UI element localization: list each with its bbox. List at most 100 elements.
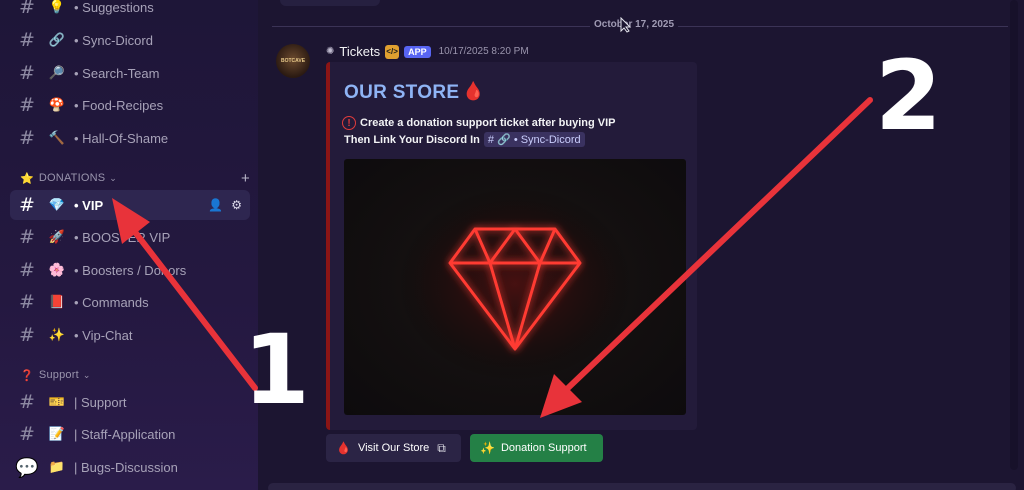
text-channel-icon: # [19, 226, 35, 248]
avatar[interactable]: BOTCAVE [276, 44, 310, 78]
annotation-label-1: 1 [243, 314, 310, 426]
channel-label: • Hall-Of-Shame [74, 130, 169, 146]
developer-badge-icon: </> [385, 44, 400, 59]
sparkles-icon: ✨ [480, 441, 495, 455]
forum-channel-icon: 💬 [15, 456, 39, 479]
link-icon: 🔗 [48, 32, 66, 47]
mushroom-icon: 🍄 [48, 97, 66, 112]
message-timestamp: 10/17/2025 8:20 PM [438, 46, 529, 57]
embed-image-diamond[interactable] [344, 159, 686, 415]
embed-description-line-2: Then Link Your Discord In # 🔗 • Sync-Dic… [344, 132, 585, 147]
visit-store-button[interactable]: 🩸 Visit Our Store ⧉ [326, 434, 461, 462]
magnifier-icon: 🔎 [48, 65, 66, 80]
star-icon: ⭐ [20, 172, 34, 185]
text-channel-icon: # [19, 291, 35, 313]
channel-label: | Support [74, 394, 127, 410]
text-channel-icon: # [19, 391, 35, 413]
text-channel-icon: # [19, 62, 35, 84]
channel-booster-vip[interactable]: # 🚀 • BOOSTER VIP [10, 222, 250, 252]
button-label: Visit Our Store [357, 442, 430, 454]
locked-channel-icon: # [19, 324, 35, 346]
external-link-icon: ⧉ [437, 440, 446, 455]
invite-member-icon[interactable]: 👤 [208, 198, 223, 212]
avatar-text: BOTCAVE [280, 58, 306, 64]
channel-label: • VIP [74, 197, 104, 213]
channel-mention-sync-dicord[interactable]: # 🔗 • Sync-Dicord [483, 132, 585, 147]
channel-commands[interactable]: # 📕 • Commands [10, 287, 250, 317]
category-support[interactable]: ❓ Support ⌄ [20, 366, 250, 384]
embed-instruction-text: Create a donation support ticket after b… [360, 117, 616, 129]
message-composer[interactable] [268, 483, 1016, 490]
text-channel-icon: # [19, 29, 35, 51]
channel-label: • Vip-Chat [74, 327, 133, 343]
chevron-down-icon: ⌄ [82, 369, 91, 380]
blood-drop-icon: 🩸 [462, 81, 485, 101]
channel-label: | Staff-Application [74, 426, 176, 442]
embed-card: OUR STORE 🩸 ! Create a donation support … [326, 62, 697, 430]
channel-vip-chat[interactable]: # ✨ • Vip-Chat [10, 320, 250, 350]
channel-boosters-donors[interactable]: # 🌸 • Boosters / Donors [10, 255, 250, 285]
embed-link-text: Then Link Your Discord In [344, 133, 480, 146]
chevron-down-icon: ⌄ [109, 172, 118, 183]
channel-staff-application[interactable]: # 📝 | Staff-Application [10, 419, 250, 449]
author-name[interactable]: Tickets [339, 44, 380, 59]
donation-support-button[interactable]: ✨ Donation Support [470, 434, 603, 462]
gear-icon[interactable]: ⚙ [231, 198, 242, 212]
channel-label: • Suggestions [74, 0, 154, 15]
channel-label: • Boosters / Donors [74, 262, 187, 278]
message-header: ✺ Tickets </> APP 10/17/2025 8:20 PM [326, 44, 529, 59]
text-channel-icon: # [19, 259, 35, 281]
previous-message-edge [280, 0, 380, 6]
memo-icon: 📝 [48, 426, 66, 441]
ticket-icon: 🎫 [48, 394, 66, 409]
sparkles-icon: ✨ [48, 327, 66, 342]
text-channel-icon: # [19, 194, 35, 216]
mouse-cursor-icon [620, 17, 632, 33]
category-label: DONATIONS [38, 172, 106, 184]
channel-hall-of-shame[interactable]: # 🔨 • Hall-Of-Shame [10, 123, 250, 153]
text-channel-icon: # [19, 127, 35, 149]
text-channel-icon: # [19, 94, 35, 116]
channel-bugs-discussion[interactable]: 💬 📁 | Bugs-Discussion [10, 452, 250, 482]
channel-vip[interactable]: # 💎 • VIP 👤 ⚙ [10, 190, 250, 220]
channel-label: • Search-Team [74, 65, 160, 81]
locked-channel-icon: # [19, 423, 35, 445]
folder-icon: 📁 [48, 459, 66, 474]
embed-description-line-1: ! Create a donation support ticket after… [342, 116, 615, 130]
lightbulb-icon: 💡 [48, 0, 66, 14]
channel-search-team[interactable]: # 🔎 • Search-Team [10, 58, 250, 88]
diamond-icon [395, 184, 635, 384]
text-channel-icon: # [19, 0, 35, 18]
channel-label: • Sync-Dicord [74, 32, 153, 48]
blossom-icon: 🌸 [48, 262, 66, 277]
date-divider: October 17, 2025 [590, 19, 679, 30]
scrollbar[interactable] [1010, 0, 1018, 470]
channel-label: • Commands [74, 294, 149, 310]
category-label: Support [38, 369, 79, 381]
annotation-label-2: 2 [875, 40, 942, 152]
category-donations[interactable]: ⭐ DONATIONS ⌄ + [20, 169, 250, 187]
channel-support[interactable]: # 🎫 | Support [10, 387, 250, 417]
exclamation-icon: ! [342, 116, 356, 130]
hammer-icon: 🔨 [48, 130, 66, 145]
create-channel-icon[interactable]: + [241, 170, 250, 187]
button-label: Donation Support [500, 442, 587, 454]
channel-label: | Bugs-Discussion [74, 459, 178, 475]
book-icon: 📕 [48, 294, 66, 309]
channel-sidebar: # 💡 • Suggestions # 🔗 • Sync-Dicord # 🔎 … [0, 0, 258, 490]
gem-icon: 💎 [48, 197, 66, 212]
question-icon: ❓ [20, 369, 34, 382]
channel-actions: 👤 ⚙ [208, 198, 242, 212]
channel-food-recipes[interactable]: # 🍄 • Food-Recipes [10, 90, 250, 120]
date-divider-line-right [676, 26, 1008, 27]
bot-status-icon: ✺ [326, 46, 335, 57]
app-tag: APP [404, 45, 431, 58]
date-divider-line-left [272, 26, 590, 27]
channel-suggestions[interactable]: # 💡 • Suggestions [10, 0, 250, 22]
rocket-icon: 🚀 [48, 229, 66, 244]
channel-sync-dicord[interactable]: # 🔗 • Sync-Dicord [10, 25, 250, 55]
channel-label: • BOOSTER VIP [74, 229, 171, 245]
blood-drop-icon: 🩸 [336, 441, 351, 455]
embed-title: OUR STORE [344, 82, 460, 103]
channel-label: • Food-Recipes [74, 97, 164, 113]
